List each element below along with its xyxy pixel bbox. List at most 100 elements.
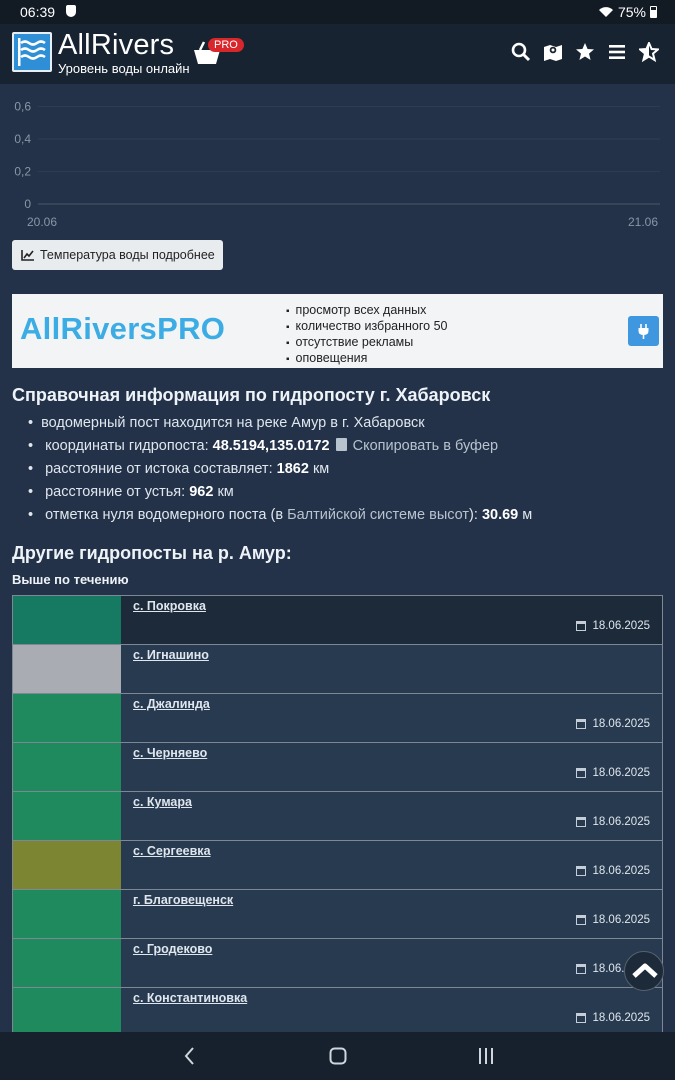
station-date-text: 18.06.2025 <box>592 914 650 926</box>
station-date: 18.06.2025 <box>576 620 650 632</box>
wifi-icon <box>598 7 613 17</box>
station-level-swatch <box>13 890 121 938</box>
chart-y-tick: 0,6 <box>14 100 31 114</box>
info-distance-mouth: расстояние от устья: 962 км <box>28 481 532 504</box>
water-temperature-button[interactable]: Температура воды подробнее <box>12 240 223 270</box>
station-level-swatch <box>13 841 121 889</box>
calendar-icon <box>576 866 587 876</box>
station-link[interactable]: с. Черняево <box>133 746 207 760</box>
info-zero-mark: отметка нуля водомерного поста (в Балтий… <box>28 504 532 527</box>
station-date-text: 18.06.2025 <box>592 816 650 828</box>
station-row[interactable]: г. Благовещенск 18.06.2025 <box>12 890 663 939</box>
menu-icon[interactable] <box>607 42 627 62</box>
chart-x-tick: 21.06 <box>628 215 658 229</box>
station-link[interactable]: г. Благовещенск <box>133 893 233 907</box>
station-row[interactable]: с. Покровка 18.06.2025 <box>12 596 663 645</box>
home-icon[interactable] <box>326 1044 350 1068</box>
station-date-text: 18.06.2025 <box>592 718 650 730</box>
station-link[interactable]: с. Константиновка <box>133 991 247 1005</box>
reference-list: водомерный пост находится на реке Амур в… <box>28 412 532 527</box>
water-temperature-label: Температура воды подробнее <box>40 248 215 262</box>
plug-icon <box>638 324 649 339</box>
pro-connect-button[interactable] <box>628 316 659 346</box>
station-level-swatch <box>13 694 121 742</box>
calendar-icon <box>576 768 587 778</box>
chart-y-tick: 0 <box>24 197 31 211</box>
station-date-text: 18.06.2025 <box>592 1012 650 1024</box>
station-row[interactable]: с. Константиновка 18.06.2025 <box>12 988 663 1037</box>
search-icon[interactable] <box>511 42 531 62</box>
clipboard-icon[interactable] <box>335 438 347 451</box>
pro-features-list: просмотр всех данных количество избранно… <box>286 303 448 367</box>
station-row[interactable]: с. Сергеевка 18.06.2025 <box>12 841 663 890</box>
station-date: 18.06.2025 <box>576 865 650 877</box>
brand-subtitle: Уровень воды онлайн <box>58 61 190 76</box>
info-coordinates: координаты гидропоста: 48.5194,135.0172 … <box>28 435 532 458</box>
station-date-text: 18.06.2025 <box>592 865 650 877</box>
shield-icon <box>66 5 76 17</box>
pro-feature: количество избранного 50 <box>286 319 448 335</box>
pro-banner[interactable]: AllRiversPRO просмотр всех данных количе… <box>12 294 663 368</box>
station-date: 18.06.2025 <box>576 1012 650 1024</box>
star-icon[interactable] <box>575 42 595 62</box>
copy-to-clipboard-link[interactable]: Скопировать в буфер <box>353 438 499 454</box>
chart-x-tick: 20.06 <box>27 215 57 229</box>
pro-banner-title: AllRiversPRO <box>20 311 226 346</box>
station-row[interactable]: с. Черняево 18.06.2025 <box>12 743 663 792</box>
logo-icon[interactable] <box>12 32 52 72</box>
station-row[interactable]: с. Гродеково 18.06.2025 <box>12 939 663 988</box>
battery-icon <box>650 6 657 18</box>
system-nav-bar <box>0 1032 675 1080</box>
station-date: 18.06.2025 <box>576 718 650 730</box>
calendar-icon <box>576 621 587 631</box>
calendar-icon <box>576 817 587 827</box>
info-river: водомерный пост находится на реке Амур в… <box>28 412 532 435</box>
app-header: AllRivers Уровень воды онлайн PRO <box>0 24 675 84</box>
brand-name[interactable]: AllRivers <box>58 29 174 62</box>
info-distance-source: расстояние от истока составляет: 1862 км <box>28 458 532 481</box>
station-link[interactable]: с. Игнашино <box>133 648 209 662</box>
chart-y-tick: 0,4 <box>14 132 31 146</box>
water-level-chart: 0,80,60,40,2020.0621.06 <box>0 84 675 234</box>
chart-y-tick: 0,2 <box>14 165 31 179</box>
stations-table: с. Покровка 18.06.2025 с. Игнашино с. Джали… <box>12 595 663 1037</box>
station-level-swatch <box>13 743 121 791</box>
station-date: 18.06.2025 <box>576 816 650 828</box>
station-link[interactable]: с. Кумара <box>133 795 192 809</box>
reference-title: Справочная информация по гидропосту г. Х… <box>12 385 491 405</box>
chart-svg: 0,80,60,40,2020.0621.06 <box>14 100 660 229</box>
scroll-to-top-button[interactable] <box>624 951 664 991</box>
station-date-text: 18.06.2025 <box>592 620 650 632</box>
station-date: 18.06.2025 <box>576 914 650 926</box>
status-bar: 06:39 75% <box>0 0 675 24</box>
pro-badge[interactable]: PRO <box>208 38 244 52</box>
pro-feature: отсутствие рекламы <box>286 335 447 351</box>
station-date-text: 18.06.2025 <box>592 767 650 779</box>
star-half-icon[interactable] <box>639 42 659 62</box>
status-time: 06:39 <box>20 4 56 20</box>
station-level-swatch <box>13 645 121 693</box>
station-level-swatch <box>13 939 121 987</box>
station-link[interactable]: с. Гродеково <box>133 942 212 956</box>
baltic-system-link[interactable]: Балтийской системе высот <box>287 507 469 523</box>
station-level-swatch <box>13 988 121 1036</box>
map-icon[interactable] <box>543 42 563 62</box>
calendar-icon <box>576 1013 587 1023</box>
back-icon[interactable] <box>178 1044 202 1068</box>
recents-icon[interactable] <box>474 1044 498 1068</box>
calendar-icon <box>576 719 587 729</box>
station-link[interactable]: с. Джалинда <box>133 697 210 711</box>
station-link[interactable]: с. Покровка <box>133 599 206 613</box>
station-date: 18.06.2025 <box>576 767 650 779</box>
coordinates-value: 48.5194,135.0172 <box>212 438 330 454</box>
station-row[interactable]: с. Кумара 18.06.2025 <box>12 792 663 841</box>
upstream-label: Выше по течению <box>12 572 129 587</box>
other-stations-title: Другие гидропосты на р. Амур: <box>12 543 292 563</box>
chart-line-icon <box>21 249 34 261</box>
station-row[interactable]: с. Игнашино <box>12 645 663 694</box>
calendar-icon <box>576 964 587 974</box>
station-level-swatch <box>13 596 121 644</box>
station-row[interactable]: с. Джалинда 18.06.2025 <box>12 694 663 743</box>
battery-percent: 75% <box>617 4 646 20</box>
station-link[interactable]: с. Сергеевка <box>133 844 211 858</box>
